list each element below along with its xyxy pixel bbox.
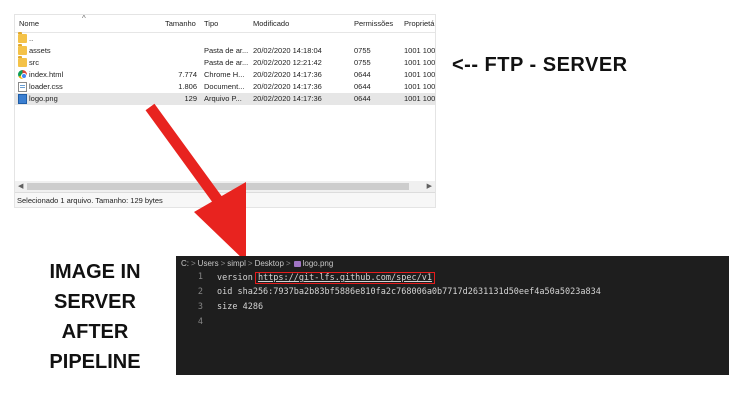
label-line: SERVER — [54, 291, 136, 313]
breadcrumb: C: > Users > simpl > Desktop > logo.png — [181, 259, 333, 268]
file-permissions: 0644 — [354, 82, 371, 91]
file-modified: 20/02/2020 14:17:36 — [253, 94, 322, 103]
breadcrumb-file[interactable]: logo.png — [303, 259, 334, 268]
chevron-right-icon: > — [220, 259, 226, 268]
file-modified: 20/02/2020 14:18:04 — [253, 46, 322, 55]
chevron-right-icon: > — [285, 259, 291, 268]
file-modified: 20/02/2020 14:17:36 — [253, 70, 322, 79]
column-header-name[interactable]: Nome — [19, 19, 39, 28]
ftp-file-list: Nome ^ Tamanho Tipo Modificado Permissõe… — [14, 14, 436, 208]
breadcrumb-desktop[interactable]: Desktop — [255, 259, 284, 268]
file-name: src — [29, 58, 39, 67]
code-text: version https://git-lfs.github.com/spec/… — [217, 272, 435, 284]
file-permissions: 0755 — [354, 46, 371, 55]
code-line[interactable]: 3 size 4286 — [176, 300, 729, 315]
breadcrumb-drive[interactable]: C: — [181, 259, 189, 268]
image-file-icon — [293, 261, 301, 267]
ftp-server-label: <-- FTP - SERVER — [452, 54, 628, 76]
file-type: Pasta de ar... — [204, 46, 249, 55]
file-size: 7.774 — [178, 70, 197, 79]
status-text: Selecionado 1 arquivo. Tamanho: 129 byte… — [17, 196, 163, 205]
image-in-server-label: IMAGE IN SERVER AFTER PIPELINE — [22, 257, 168, 377]
horizontal-scrollbar[interactable]: ◀ ▶ — [15, 181, 435, 192]
file-type: Arquivo P... — [204, 94, 242, 103]
file-name: assets — [29, 46, 51, 55]
code-text: size 4286 — [217, 302, 264, 312]
scroll-left-icon[interactable]: ◀ — [18, 181, 23, 192]
code-line[interactable]: 2 oid sha256:7937ba2b83bf5886e810fa2c768… — [176, 285, 729, 300]
file-name: .. — [29, 34, 34, 43]
label-line: IMAGE IN — [49, 261, 141, 283]
file-name: logo.png — [29, 94, 58, 103]
column-header-size[interactable]: Tamanho — [165, 19, 196, 28]
file-row-assets[interactable]: assets Pasta de ar... 20/02/2020 14:18:0… — [15, 44, 436, 57]
file-permissions: 0644 — [354, 94, 371, 103]
chrome-icon — [18, 70, 27, 79]
png-file-icon — [18, 94, 27, 104]
file-list-header: Nome ^ Tamanho Tipo Modificado Permissõe… — [15, 15, 435, 33]
folder-icon — [18, 44, 27, 55]
file-row-loader-css[interactable]: loader.css 1.806 Document... 20/02/2020 … — [15, 81, 435, 93]
line-number: 1 — [197, 272, 203, 282]
highlighted-url[interactable]: https://git-lfs.github.com/spec/v1 — [254, 272, 435, 284]
code-keyword: version — [217, 273, 258, 283]
line-number: 4 — [197, 317, 203, 327]
file-row-src[interactable]: src Pasta de ar... 20/02/2020 12:21:42 0… — [15, 56, 436, 69]
breadcrumb-user[interactable]: simpl — [227, 259, 246, 268]
column-header-type[interactable]: Tipo — [204, 19, 218, 28]
code-line[interactable]: 4 — [176, 315, 729, 330]
column-header-modified[interactable]: Modificado — [253, 19, 289, 28]
file-size: 1.806 — [178, 82, 197, 91]
breadcrumb-users[interactable]: Users — [198, 259, 219, 268]
status-bar: Selecionado 1 arquivo. Tamanho: 129 byte… — [15, 192, 435, 207]
sort-ascending-icon: ^ — [82, 14, 86, 23]
label-line: AFTER — [61, 321, 129, 343]
chevron-right-icon: > — [191, 259, 196, 268]
line-number: 3 — [197, 302, 203, 312]
file-permissions: 0755 — [354, 58, 371, 67]
file-size: 129 — [184, 94, 197, 103]
scrollbar-thumb[interactable] — [27, 183, 409, 190]
file-owner: 1001 1003 — [404, 70, 436, 79]
chevron-right-icon: > — [247, 259, 253, 268]
code-line[interactable]: 1 version https://git-lfs.github.com/spe… — [176, 270, 729, 285]
code-text: oid sha256:7937ba2b83bf5886e810fa2c76800… — [217, 287, 601, 297]
file-name: index.html — [29, 70, 64, 79]
file-row-parent[interactable]: .. — [15, 32, 435, 45]
code-lines[interactable]: 1 version https://git-lfs.github.com/spe… — [176, 270, 729, 330]
file-owner: 1001 1003 — [404, 58, 436, 67]
file-modified: 20/02/2020 12:21:42 — [253, 58, 322, 67]
line-number: 2 — [197, 287, 203, 297]
column-header-owner[interactable]: Proprietá — [404, 19, 434, 28]
label-line: PIPELINE — [49, 351, 141, 373]
column-header-permissions[interactable]: Permissões — [354, 19, 393, 28]
file-owner: 1001 1003 — [404, 94, 436, 103]
file-row-logo-png[interactable]: logo.png 129 Arquivo P... 20/02/2020 14:… — [15, 93, 435, 105]
file-type: Document... — [204, 82, 245, 91]
file-owner: 1001 1003 — [404, 82, 436, 91]
scroll-right-icon[interactable]: ▶ — [427, 181, 432, 192]
css-file-icon — [18, 82, 27, 92]
file-modified: 20/02/2020 14:17:36 — [253, 82, 322, 91]
file-row-index-html[interactable]: index.html 7.774 Chrome H... 20/02/2020 … — [15, 69, 435, 81]
code-editor: C: > Users > simpl > Desktop > logo.png 1 versio… — [176, 256, 729, 375]
file-owner: 1001 1003 — [404, 46, 436, 55]
file-rows: .. assets Pasta de ar... 20/02/2020 14:1… — [15, 32, 436, 105]
file-type: Pasta de ar... — [204, 58, 249, 67]
file-permissions: 0644 — [354, 70, 371, 79]
file-type: Chrome H... — [204, 70, 245, 79]
folder-icon — [18, 32, 27, 43]
file-name: loader.css — [29, 82, 63, 91]
folder-icon — [18, 56, 27, 67]
